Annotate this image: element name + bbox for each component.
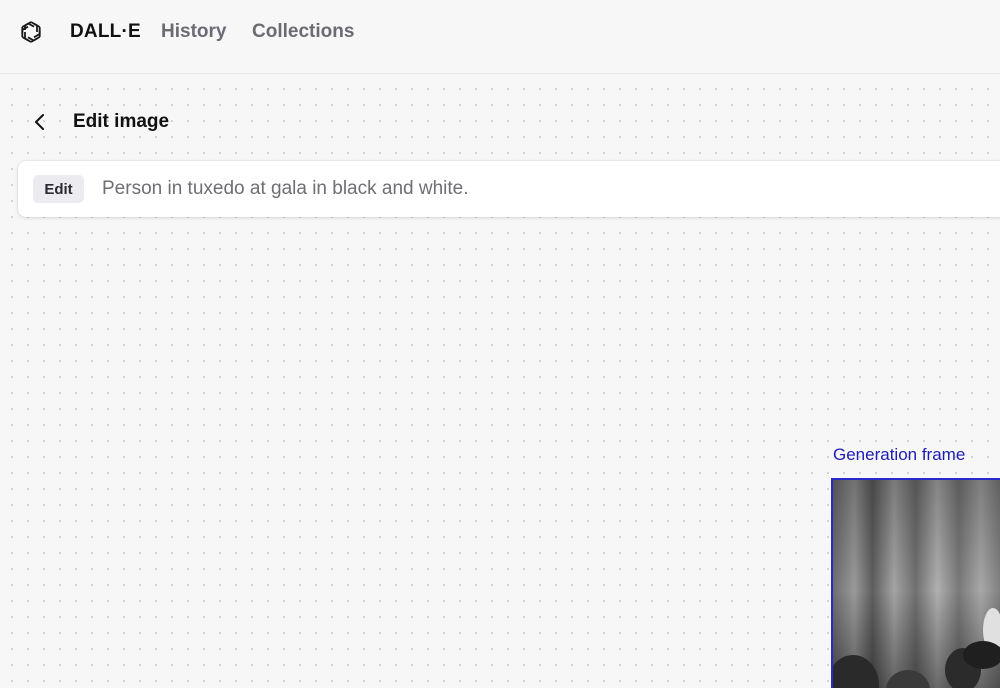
nav-history[interactable]: History [161,21,226,43]
generation-frame-label: Generation frame [833,445,966,464]
nav-collections[interactable]: Collections [252,21,354,43]
prompt-bar[interactable]: Edit Person in tuxedo at gala in black a… [18,161,1000,217]
generated-image [833,480,1000,688]
brand-name[interactable]: DALL·E [70,21,141,43]
page-title: Edit image [73,111,170,132]
prompt-input[interactable]: Person in tuxedo at gala in black and wh… [102,178,469,200]
openai-logo-icon[interactable] [17,18,45,46]
edit-mode-badge: Edit [33,175,84,203]
generation-frame[interactable] [831,478,1000,688]
top-navigation-bar: DALL·E History Collections [0,0,1000,74]
chevron-left-icon[interactable] [28,110,52,134]
